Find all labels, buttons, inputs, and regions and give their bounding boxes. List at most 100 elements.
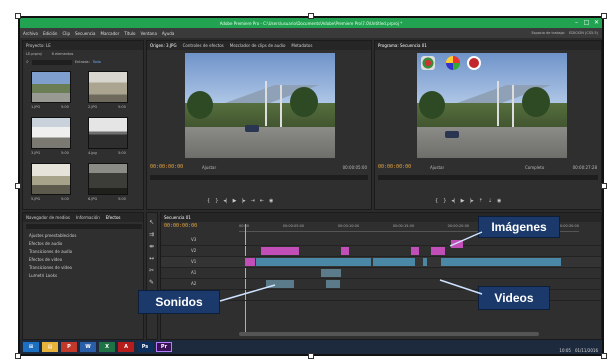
effects-folder-lumetri[interactable]: Lumetri Looks (29, 273, 76, 278)
mark-out-icon[interactable]: } (443, 198, 446, 204)
menu-edicion[interactable]: Edición (43, 31, 57, 36)
tab-effect-controls[interactable]: Controles de efectos (183, 43, 224, 48)
tab-info[interactable]: Información (76, 215, 100, 220)
video-clip[interactable] (423, 258, 427, 266)
program-quality-select[interactable]: Completo (525, 165, 544, 170)
search-input[interactable] (31, 59, 72, 65)
effects-search[interactable] (26, 224, 142, 229)
timeline-timecode[interactable]: 00:00:00:00 (164, 223, 197, 229)
tab-metadata[interactable]: Metadatos (291, 43, 312, 48)
resize-handle[interactable] (15, 13, 21, 19)
photoshop-icon[interactable]: Ps (137, 342, 153, 352)
step-forward-icon[interactable]: |▸ (469, 198, 473, 204)
excel-icon[interactable]: X (99, 342, 115, 352)
close-icon[interactable]: ✕ (593, 19, 600, 26)
audio-clip[interactable] (326, 280, 340, 288)
project-thumb-2[interactable] (88, 71, 128, 103)
rate-stretch-icon[interactable]: ↔ (149, 255, 156, 262)
resize-handle[interactable] (601, 183, 607, 189)
workspace-switcher[interactable]: Espacio de trabajo: EDICIÓN (CS5.5) (531, 28, 598, 38)
menu-archivo[interactable]: Archivo (23, 31, 38, 36)
effects-folder-audio-transitions[interactable]: Transiciones de audio (29, 249, 76, 254)
effects-folder-video-effects[interactable]: Efectos de vídeo (29, 257, 76, 262)
maximize-icon[interactable]: □ (583, 19, 590, 26)
selection-tool-icon[interactable]: ↖ (149, 219, 156, 226)
step-back-icon[interactable]: ◂| (223, 198, 227, 204)
image-clip[interactable] (431, 247, 445, 255)
lift-icon[interactable]: ⇡ (479, 198, 483, 204)
tab-media-browser[interactable]: Navegador de medios (26, 215, 70, 220)
powerpoint-icon[interactable]: P (61, 342, 77, 352)
pen-tool-icon[interactable]: ✎ (149, 279, 156, 286)
track-select-icon[interactable]: ⇉ (149, 231, 156, 238)
image-clip[interactable] (341, 247, 349, 255)
premiere-icon[interactable]: Pr (156, 342, 172, 352)
resize-handle[interactable] (15, 353, 21, 359)
program-timecode[interactable]: 00:00:00:00 (378, 164, 411, 170)
extract-icon[interactable]: ⇣ (488, 198, 492, 204)
clock-time[interactable]: 10:05 (559, 348, 571, 353)
filter-select[interactable]: Todo (93, 60, 101, 64)
tab-effects[interactable]: Efectos (106, 215, 121, 220)
video-clip[interactable] (256, 258, 371, 266)
timeline-scrollbar[interactable] (239, 332, 539, 336)
image-clip[interactable] (261, 247, 299, 255)
image-clip[interactable] (451, 240, 463, 248)
resize-handle[interactable] (601, 353, 607, 359)
tab-source[interactable]: Origen: 3.JPG (150, 43, 177, 48)
tab-program[interactable]: Programa: Secuencia 01 (378, 43, 427, 48)
clock-date[interactable]: 01/11/2016 (575, 348, 598, 353)
step-back-icon[interactable]: ◂| (451, 198, 455, 204)
image-clip[interactable] (411, 247, 419, 255)
program-scrubber[interactable] (378, 175, 598, 180)
effects-folder-audio-effects[interactable]: Efectos de audio (29, 241, 76, 246)
menu-clip[interactable]: Clip (62, 31, 70, 36)
project-thumb-5[interactable] (31, 163, 71, 195)
ripple-edit-icon[interactable]: ⇹ (149, 243, 156, 250)
project-thumb-6[interactable] (88, 163, 128, 195)
effects-folder-video-transitions[interactable]: Transiciones de vídeo (29, 265, 76, 270)
explorer-icon[interactable]: ▤ (42, 342, 58, 352)
project-thumb-4[interactable] (88, 117, 128, 149)
workspace-value[interactable]: EDICIÓN (CS5.5) (569, 31, 598, 35)
audio-clip[interactable] (321, 269, 341, 277)
word-icon[interactable]: W (80, 342, 96, 352)
search-icon[interactable]: ⌕ (26, 59, 29, 65)
play-icon[interactable]: ▶ (461, 198, 465, 204)
image-clip[interactable] (245, 258, 255, 266)
menu-titulo[interactable]: Título (124, 31, 135, 36)
resize-handle[interactable] (308, 353, 314, 359)
resize-handle[interactable] (15, 183, 21, 189)
minimize-icon[interactable]: – (573, 19, 580, 26)
tab-audio-mixer[interactable]: Mezclador de clips de audio (230, 43, 286, 48)
menu-marcador[interactable]: Marcador (101, 31, 120, 36)
overwrite-icon[interactable]: ⇤ (260, 198, 264, 204)
mark-out-icon[interactable]: } (215, 198, 218, 204)
export-frame-icon[interactable]: ◉ (497, 198, 501, 204)
project-thumb-3[interactable] (31, 117, 71, 149)
mark-in-icon[interactable]: { (435, 198, 438, 204)
effects-folder-presets[interactable]: Ajustes preestablecidos (29, 233, 76, 238)
video-clip[interactable] (373, 258, 415, 266)
project-tab[interactable]: Proyecto: LE (26, 43, 51, 48)
source-scrubber[interactable] (150, 175, 368, 180)
menu-ayuda[interactable]: Ayuda (162, 31, 174, 36)
source-fit-select[interactable]: Ajustar (202, 165, 216, 170)
audio-clip[interactable] (266, 280, 294, 288)
play-icon[interactable]: ▶ (233, 198, 237, 204)
export-frame-icon[interactable]: ◉ (269, 198, 273, 204)
mark-in-icon[interactable]: { (207, 198, 210, 204)
program-fit-select[interactable]: Ajustar (430, 165, 444, 170)
start-button-icon[interactable]: ⊞ (23, 342, 39, 352)
tab-sequence[interactable]: Secuencia 01 (164, 215, 191, 220)
razor-tool-icon[interactable]: ✂ (149, 267, 156, 274)
step-forward-icon[interactable]: |▸ (241, 198, 245, 204)
menu-ventana[interactable]: Ventana (140, 31, 156, 36)
acrobat-icon[interactable]: A (118, 342, 134, 352)
resize-handle[interactable] (308, 13, 314, 19)
video-clip[interactable] (441, 258, 561, 266)
menu-secuencia[interactable]: Secuencia (75, 31, 96, 36)
project-thumb-1[interactable] (31, 71, 71, 103)
resize-handle[interactable] (601, 13, 607, 19)
insert-icon[interactable]: ⇥ (251, 198, 255, 204)
